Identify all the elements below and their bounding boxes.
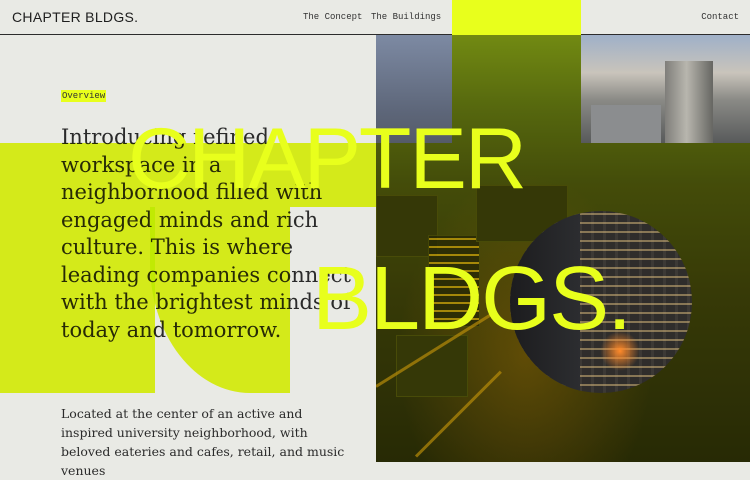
accent-shape-top xyxy=(452,0,581,35)
site-header: CHAPTER BLDGS. The Concept The Buildings… xyxy=(0,0,750,35)
location-text: Located at the center of an active and i… xyxy=(61,406,345,478)
nav-link-buildings[interactable]: The Buildings xyxy=(371,12,441,22)
hero-wordmark-line1: CHAPTER xyxy=(128,111,527,207)
site-logo[interactable]: CHAPTER BLDGS. xyxy=(12,9,138,25)
accent-shape-left xyxy=(0,207,155,393)
building-shape xyxy=(591,105,661,143)
section-tag: Overview xyxy=(61,90,107,102)
accent-curve xyxy=(150,207,290,393)
tower-shape xyxy=(665,61,713,143)
nav-link-concept[interactable]: The Concept xyxy=(303,12,362,22)
hero-wordmark-line2: BLDGS. xyxy=(312,249,632,349)
contact-link[interactable]: Contact xyxy=(701,12,739,22)
skyline-photo xyxy=(581,35,750,143)
